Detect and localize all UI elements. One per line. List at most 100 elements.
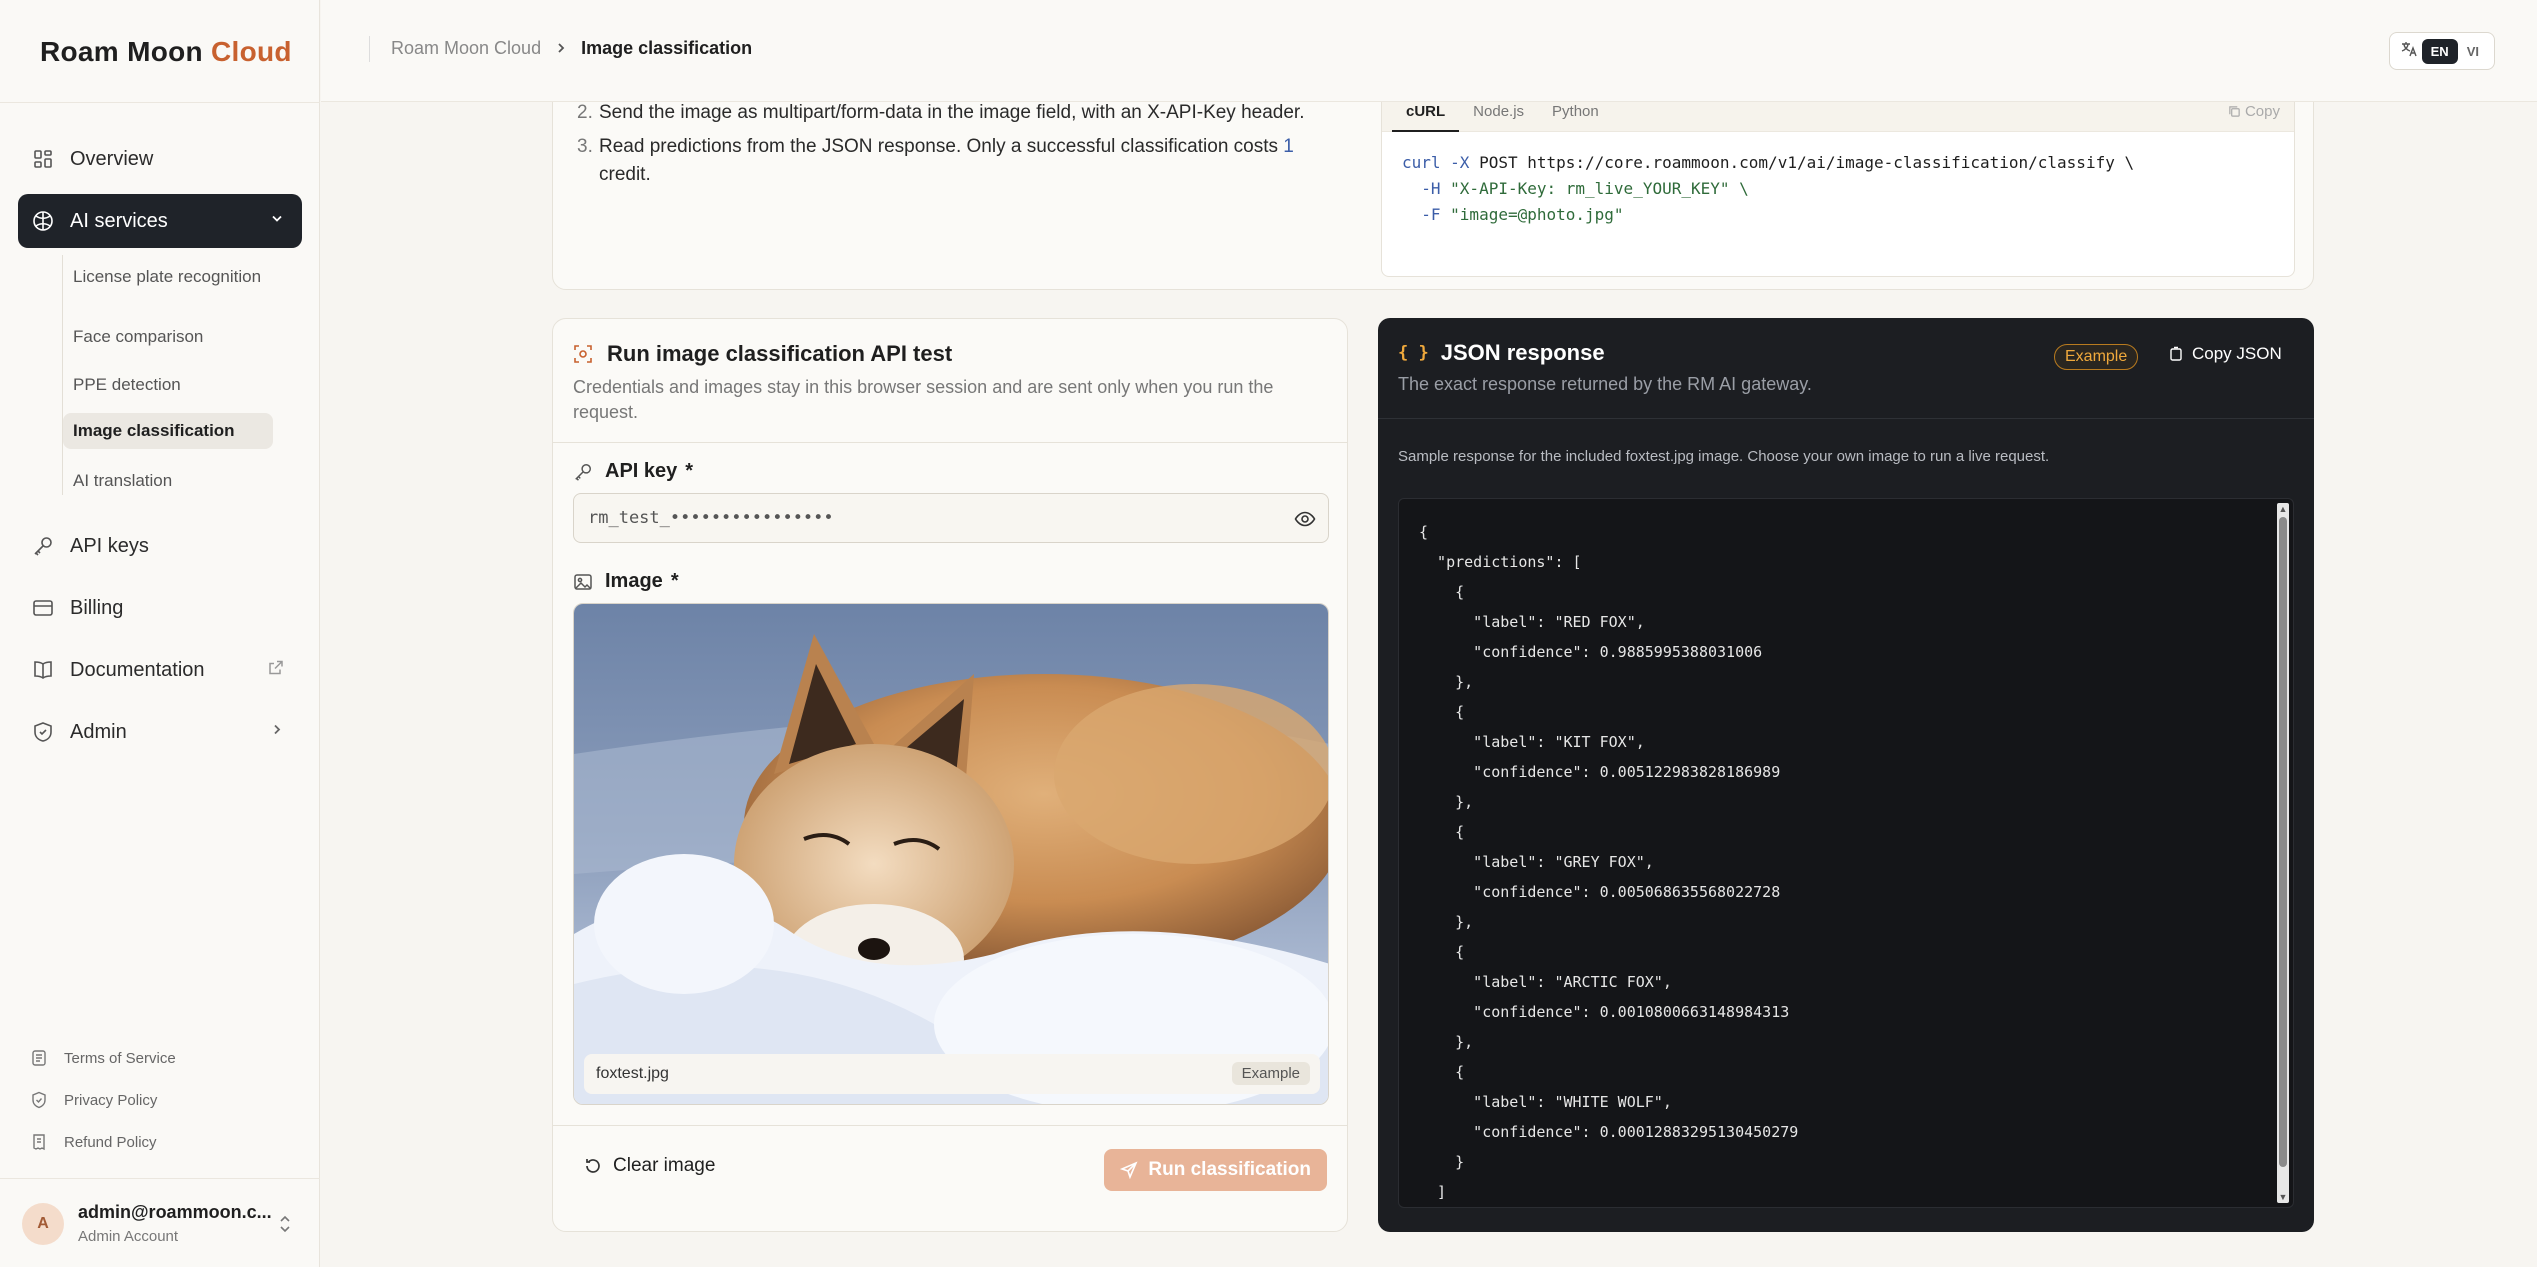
- test-description: Credentials and images stay in this brow…: [573, 377, 1274, 422]
- title-text: JSON response: [1440, 340, 1605, 365]
- fox-photo: [574, 604, 1328, 1104]
- divider: [553, 442, 1347, 443]
- nav-documentation[interactable]: Documentation: [18, 643, 302, 697]
- required-mark: *: [685, 460, 694, 482]
- steps-list: 2. Send the image as multipart/form-data…: [577, 99, 1337, 191]
- code-flag: -H: [1421, 179, 1441, 198]
- nav-label: Overview: [70, 147, 154, 170]
- lang-en[interactable]: EN: [2421, 38, 2458, 64]
- book-icon: [32, 659, 54, 681]
- image-label: Image *: [573, 570, 679, 593]
- image-filename: foxtest.jpg: [596, 1065, 669, 1082]
- api-key-input[interactable]: [588, 494, 1278, 542]
- button-label: Run classification: [1148, 1159, 1311, 1180]
- sidebar-item-license-plate[interactable]: License plate recognition: [63, 259, 273, 295]
- sidebar-item-ai-translation[interactable]: AI translation: [63, 463, 273, 499]
- json-response-card: { } JSON response The exact response ret…: [1378, 318, 2314, 1232]
- copy-icon: [2168, 346, 2184, 362]
- user-role: Admin Account: [78, 1228, 179, 1245]
- breadcrumb-root[interactable]: Roam Moon Cloud: [391, 38, 541, 59]
- chevron-right-icon: [270, 723, 284, 742]
- copy-json-button[interactable]: Copy JSON: [2168, 344, 2282, 364]
- list-item: 2. Send the image as multipart/form-data…: [577, 99, 1337, 127]
- privacy-label: Privacy Policy: [64, 1091, 158, 1109]
- title-text: Run image classification API test: [607, 341, 953, 366]
- user-menu[interactable]: A admin@roammoon.c... Admin Account: [0, 1178, 320, 1267]
- label-text: Image: [605, 570, 663, 592]
- translate-icon: [2396, 40, 2422, 63]
- card-icon: [32, 597, 54, 619]
- code-cmd: curl: [1402, 153, 1441, 172]
- sidebar-item-ppe-detection[interactable]: PPE detection: [63, 367, 273, 403]
- nav-overview[interactable]: Overview: [18, 132, 302, 186]
- step-text-part: Read predictions from the JSON response.…: [599, 136, 1284, 157]
- nav-label: Documentation: [70, 658, 205, 681]
- step-text: Send the image as multipart/form-data in…: [599, 102, 1305, 123]
- step-text: Read predictions from the JSON response.…: [599, 133, 1337, 189]
- code-text: "image=@photo.jpg": [1440, 205, 1624, 224]
- json-viewer[interactable]: { "predictions": [ { "label": "RED FOX",…: [1398, 498, 2294, 1208]
- avatar: A: [22, 1203, 64, 1245]
- braces-icon: { }: [1398, 343, 1429, 363]
- language-switcher: EN VI: [2388, 32, 2495, 70]
- scroll-up-icon[interactable]: ▲: [2277, 503, 2289, 515]
- user-email: admin@roammoon.c...: [78, 1202, 272, 1222]
- divider: [553, 1125, 1347, 1126]
- credit-count: 1: [1283, 136, 1294, 157]
- refund-link[interactable]: Refund Policy: [30, 1133, 157, 1151]
- terms-link[interactable]: Terms of Service: [30, 1049, 176, 1067]
- run-classification-button[interactable]: Run classification: [1104, 1149, 1327, 1191]
- lang-vi[interactable]: VI: [2458, 39, 2488, 64]
- code-line: -H "X-API-Key: rm_live_YOUR_KEY" \: [1402, 176, 2134, 202]
- reset-icon: [583, 1156, 603, 1176]
- scroll-thumb[interactable]: [2279, 517, 2287, 1167]
- divider: [1378, 418, 2314, 419]
- nav-admin[interactable]: Admin: [18, 705, 302, 759]
- image-preview[interactable]: foxtest.jpg Example: [573, 603, 1329, 1105]
- ai-services-submenu: License plate recognition Face compariso…: [62, 255, 273, 495]
- code-flag: -F: [1421, 205, 1441, 224]
- label-text: API key: [605, 460, 678, 482]
- sidebar: Roam Moon Cloud Overview AI services Lic…: [0, 0, 320, 1267]
- sidebar-item-image-classification[interactable]: Image classification: [63, 413, 273, 450]
- copy-label: Copy: [2244, 103, 2280, 120]
- divider: [369, 36, 370, 62]
- sidebar-item-face-comparison[interactable]: Face comparison: [63, 319, 273, 355]
- send-icon: [1120, 1161, 1138, 1179]
- scroll-down-icon[interactable]: ▼: [2277, 1191, 2289, 1203]
- json-note: Sample response for the included foxtest…: [1398, 448, 2050, 465]
- grid-icon: [32, 148, 54, 170]
- breadcrumb: Roam Moon Cloud Image classification: [391, 38, 752, 59]
- example-badge: Example: [2054, 344, 2139, 370]
- scrollbar[interactable]: ▲ ▼: [2277, 503, 2289, 1203]
- json-title: { } JSON response: [1398, 340, 1605, 366]
- ai-icon: [32, 210, 54, 232]
- code-text: "X-API-Key: rm_live_YOUR_KEY" \: [1440, 179, 1749, 198]
- scroll-icon: [30, 1049, 48, 1067]
- brand-name: Roam Moon: [40, 36, 203, 67]
- image-icon: [573, 572, 593, 592]
- chevron-updown-icon: [278, 1213, 292, 1235]
- required-mark: *: [670, 570, 679, 592]
- clear-image-button[interactable]: Clear image: [583, 1155, 715, 1177]
- terms-label: Terms of Service: [64, 1049, 176, 1067]
- button-label: Clear image: [613, 1155, 716, 1176]
- api-key-field: [573, 493, 1329, 543]
- shield-check-icon: [30, 1091, 48, 1109]
- scan-icon: [573, 343, 595, 365]
- button-label: Copy JSON: [2192, 344, 2282, 363]
- privacy-link[interactable]: Privacy Policy: [30, 1091, 157, 1109]
- brand-logo[interactable]: Roam Moon Cloud: [40, 36, 292, 68]
- step-number: 2.: [577, 102, 593, 123]
- refund-label: Refund Policy: [64, 1133, 157, 1151]
- json-subtitle: The exact response returned by the RM AI…: [1398, 374, 1812, 394]
- list-item: 3. Read predictions from the JSON respon…: [577, 133, 1337, 189]
- key-icon: [573, 462, 593, 482]
- nav-label: API keys: [70, 534, 149, 557]
- nav-ai-services[interactable]: AI services: [18, 194, 302, 248]
- eye-icon[interactable]: [1294, 508, 1316, 530]
- example-badge: Example: [1231, 1062, 1310, 1085]
- nav-label: Billing: [70, 596, 124, 619]
- nav-api-keys[interactable]: API keys: [18, 519, 302, 573]
- nav-billing[interactable]: Billing: [18, 581, 302, 635]
